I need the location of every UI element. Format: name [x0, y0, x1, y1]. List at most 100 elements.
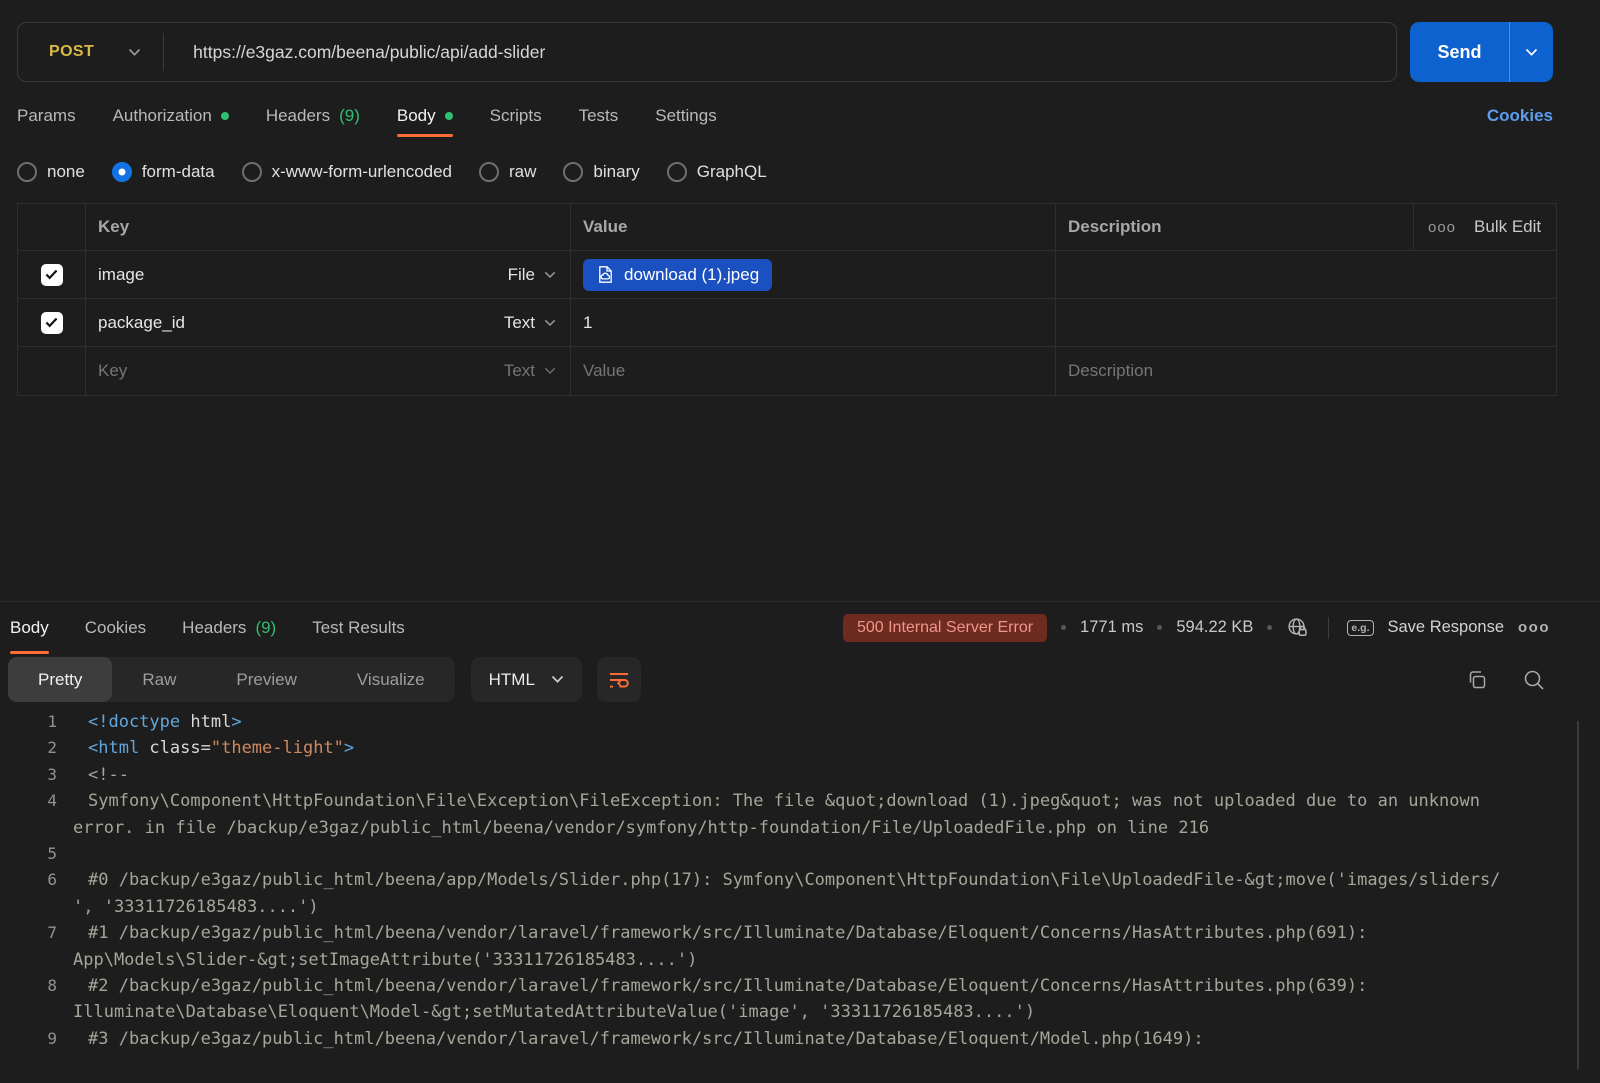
view-tab-pretty[interactable]: Pretty — [8, 657, 112, 702]
type-selector[interactable]: Text — [504, 361, 558, 381]
scrollbar[interactable] — [1577, 721, 1579, 1069]
code-token: #0 /backup/e3gaz/public_html/beena/app/M… — [88, 870, 1500, 890]
value-cell[interactable]: download (1).jpeg — [570, 251, 1055, 298]
tab-tests[interactable]: Tests — [579, 96, 619, 136]
tab-authorization[interactable]: Authorization — [113, 96, 229, 136]
response-tabs: Body Cookies Headers (9) Test Results — [10, 602, 441, 653]
code-token: App\Models\Slider-&gt;setImageAttribute(… — [73, 950, 697, 970]
send-label[interactable]: Send — [1410, 22, 1509, 82]
row-checkbox[interactable] — [41, 264, 63, 286]
radio-label: form-data — [142, 162, 215, 182]
radio-icon — [563, 162, 583, 182]
more-options-icon[interactable]: ooo — [1428, 219, 1456, 236]
description-cell[interactable]: Description — [1055, 347, 1556, 395]
code-line: 4Symfony\Component\HttpFoundation\File\E… — [0, 788, 1600, 814]
radio-label: x-www-form-urlencoded — [272, 162, 452, 182]
tab-label: Headers — [182, 618, 246, 638]
tab-label: Params — [17, 106, 76, 126]
response-size: 594.22 KB — [1176, 618, 1253, 637]
key-text[interactable]: image — [98, 265, 144, 285]
save-response-button[interactable]: Save Response — [1388, 618, 1505, 637]
radio-option-none[interactable]: none — [17, 162, 85, 182]
code-token: <!doctype — [88, 712, 180, 732]
type-selector[interactable]: Text — [504, 313, 558, 333]
more-actions-icon[interactable]: ooo — [1518, 619, 1550, 636]
value-column-header: Value — [570, 204, 1055, 250]
bulk-edit-area: ooo Bulk Edit — [1413, 204, 1556, 250]
method-selector[interactable]: POST — [18, 23, 163, 81]
send-options-button[interactable] — [1509, 22, 1553, 82]
send-button[interactable]: Send — [1410, 22, 1553, 82]
code-token: #2 /backup/e3gaz/public_html/beena/vendo… — [88, 976, 1367, 996]
radio-option-form-data[interactable]: form-data — [112, 162, 215, 182]
radio-option-x-www-form-urlencoded[interactable]: x-www-form-urlencoded — [242, 162, 452, 182]
radio-label: binary — [593, 162, 639, 182]
cookies-link[interactable]: Cookies — [1487, 106, 1553, 126]
select-cell — [18, 347, 85, 395]
radio-option-raw[interactable]: raw — [479, 162, 536, 182]
row-checkbox[interactable] — [41, 312, 63, 334]
code-text: <!doctype html> — [88, 709, 242, 735]
table-row: package_id Text 1 — [18, 299, 1556, 347]
radio-option-graphql[interactable]: GraphQL — [667, 162, 767, 182]
view-tab-raw[interactable]: Raw — [112, 657, 206, 702]
code-line: 8#2 /backup/e3gaz/public_html/beena/vend… — [0, 973, 1600, 999]
code-token: html — [180, 712, 231, 732]
key-cell[interactable]: Key Text — [85, 347, 570, 395]
value-text[interactable]: Value — [583, 361, 625, 381]
tab-headers[interactable]: Headers(9) — [266, 96, 360, 136]
value-cell[interactable]: 1 — [570, 299, 1055, 346]
url-bar: POST — [17, 22, 1397, 82]
code-token: #1 /backup/e3gaz/public_html/beena/vendo… — [88, 923, 1367, 943]
response-tab-body[interactable]: Body — [10, 602, 49, 653]
key-text[interactable]: Key — [98, 361, 127, 381]
chevron-down-icon — [128, 48, 141, 57]
code-line: 6#0 /backup/e3gaz/public_html/beena/app/… — [0, 867, 1600, 893]
key-cell[interactable]: image File — [85, 251, 570, 298]
radio-option-binary[interactable]: binary — [563, 162, 639, 182]
tab-label: Tests — [579, 106, 619, 126]
response-tab-headers[interactable]: Headers (9) — [182, 602, 276, 653]
file-chip[interactable]: download (1).jpeg — [583, 259, 772, 291]
description-cell[interactable] — [1055, 299, 1556, 346]
code-text: #1 /backup/e3gaz/public_html/beena/vendo… — [88, 920, 1367, 946]
code-text: #2 /backup/e3gaz/public_html/beena/vendo… — [88, 973, 1367, 999]
code-token: Symfony\Component\HttpFoundation\File\Ex… — [88, 791, 1480, 811]
copy-button[interactable] — [1465, 668, 1488, 691]
key-cell[interactable]: package_id Text — [85, 299, 570, 346]
separator-dot — [1157, 625, 1162, 630]
code-token: ', '33311726185483....') — [73, 897, 319, 917]
response-tab-cookies[interactable]: Cookies — [85, 602, 146, 653]
code-line: App\Models\Slider-&gt;setImageAttribute(… — [0, 947, 1600, 973]
tab-settings[interactable]: Settings — [655, 96, 716, 136]
wrap-text-button[interactable] — [597, 657, 641, 702]
description-cell[interactable] — [1055, 251, 1556, 298]
tab-body[interactable]: Body — [397, 96, 453, 136]
separator-dot — [1267, 625, 1272, 630]
radio-icon — [17, 162, 37, 182]
tab-count: (9) — [255, 618, 276, 638]
language-selector[interactable]: HTML — [471, 657, 582, 702]
description-text[interactable]: Description — [1068, 361, 1153, 381]
tab-params[interactable]: Params — [17, 96, 76, 136]
line-number: 9 — [0, 1026, 57, 1052]
view-tab-visualize[interactable]: Visualize — [327, 657, 455, 702]
tab-scripts[interactable]: Scripts — [490, 96, 542, 136]
body-type-options: none form-data x-www-form-urlencoded raw bin… — [17, 154, 1600, 190]
value-text[interactable]: 1 — [583, 313, 592, 333]
code-text: #3 /backup/e3gaz/public_html/beena/vendo… — [88, 1026, 1204, 1052]
view-tab-preview[interactable]: Preview — [206, 657, 326, 702]
key-text[interactable]: package_id — [98, 313, 185, 333]
checkmark-icon — [45, 317, 58, 328]
bulk-edit-button[interactable]: Bulk Edit — [1474, 217, 1541, 237]
network-globe-lock-icon[interactable] — [1286, 616, 1310, 640]
search-button[interactable] — [1522, 668, 1546, 692]
type-selector[interactable]: File — [508, 265, 558, 285]
key-column-header: Key — [85, 204, 570, 250]
code-line: 7#1 /backup/e3gaz/public_html/beena/vend… — [0, 920, 1600, 946]
value-cell[interactable]: Value — [570, 347, 1055, 395]
response-tab-test-results[interactable]: Test Results — [312, 602, 405, 653]
url-input[interactable] — [164, 23, 1396, 81]
radio-label: raw — [509, 162, 536, 182]
tab-label: Cookies — [85, 618, 146, 638]
